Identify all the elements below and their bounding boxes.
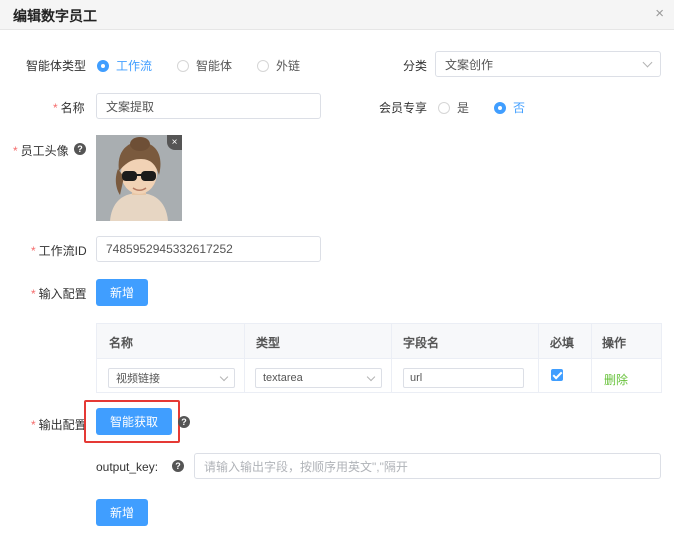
close-icon[interactable]: × <box>655 5 664 22</box>
help-icon[interactable]: ? <box>172 460 184 472</box>
member-only-option-no[interactable]: 否 <box>494 99 525 116</box>
column-divider <box>391 324 392 392</box>
output-config-label: * 输出配置 <box>31 418 87 432</box>
member-only-label: 会员专享 <box>379 101 428 115</box>
avatar-label: * 员工头像 <box>13 144 69 158</box>
dialog-header: 编辑数字员工 × <box>0 0 674 30</box>
output-key-input[interactable]: 请输入输出字段，按顺序用英文","隔开 <box>194 453 661 479</box>
agent-type-option-workflow[interactable]: 工作流 <box>97 57 152 74</box>
category-select[interactable]: 文案创作 <box>435 51 661 77</box>
column-header-type: 类型 <box>256 336 281 350</box>
column-divider <box>591 324 592 392</box>
chevron-down-icon <box>366 372 376 381</box>
column-header-field: 字段名 <box>403 336 440 350</box>
row-delete-link[interactable]: 删除 <box>604 371 628 388</box>
row-field-input[interactable]: url <box>403 368 524 388</box>
row-required-checkbox[interactable] <box>551 369 563 381</box>
column-header-name: 名称 <box>109 336 134 350</box>
chevron-down-icon <box>219 372 229 381</box>
radio-dot-icon <box>494 101 506 114</box>
help-icon[interactable]: ? <box>74 143 86 155</box>
table-header: 名称 类型 字段名 必填 操作 <box>97 324 661 359</box>
column-divider <box>538 324 539 392</box>
dialog-title: 编辑数字员工 <box>13 8 97 24</box>
column-divider <box>244 324 245 392</box>
row-type-select[interactable]: textarea <box>255 368 382 388</box>
remove-avatar-icon[interactable]: × <box>167 135 182 150</box>
input-config-table: 名称 类型 字段名 必填 操作 视频链接 textarea url 删除 <box>96 323 662 393</box>
radio-dot-icon <box>438 101 450 114</box>
category-value: 文案创作 <box>445 57 494 72</box>
name-input[interactable]: 文案提取 <box>96 93 321 119</box>
workflow-id-label: * 工作流ID <box>31 244 87 258</box>
input-config-label: * 输入配置 <box>31 287 87 301</box>
agent-type-label: 智能体类型 <box>26 59 87 73</box>
help-icon[interactable]: ? <box>178 416 190 428</box>
radio-dot-icon <box>177 59 189 72</box>
smart-fetch-button[interactable]: 智能获取 <box>96 408 172 435</box>
row-name-select[interactable]: 视频链接 <box>108 368 235 388</box>
radio-dot-icon <box>97 59 109 72</box>
add-input-button[interactable]: 新增 <box>96 279 148 306</box>
workflow-id-input[interactable]: 7485952945332617252 <box>96 236 321 262</box>
add-output-button[interactable]: 新增 <box>96 499 148 526</box>
output-key-label: output_key: <box>96 460 159 474</box>
chevron-down-icon <box>642 57 653 67</box>
radio-dot-icon <box>257 59 269 72</box>
column-header-required: 必填 <box>550 336 575 350</box>
agent-type-option-agent[interactable]: 智能体 <box>177 57 232 74</box>
category-label: 分类 <box>403 59 428 73</box>
name-label: * 名称 <box>53 101 85 115</box>
member-only-option-yes[interactable]: 是 <box>438 99 469 116</box>
column-header-action: 操作 <box>602 336 627 350</box>
agent-type-option-link[interactable]: 外链 <box>257 57 300 74</box>
